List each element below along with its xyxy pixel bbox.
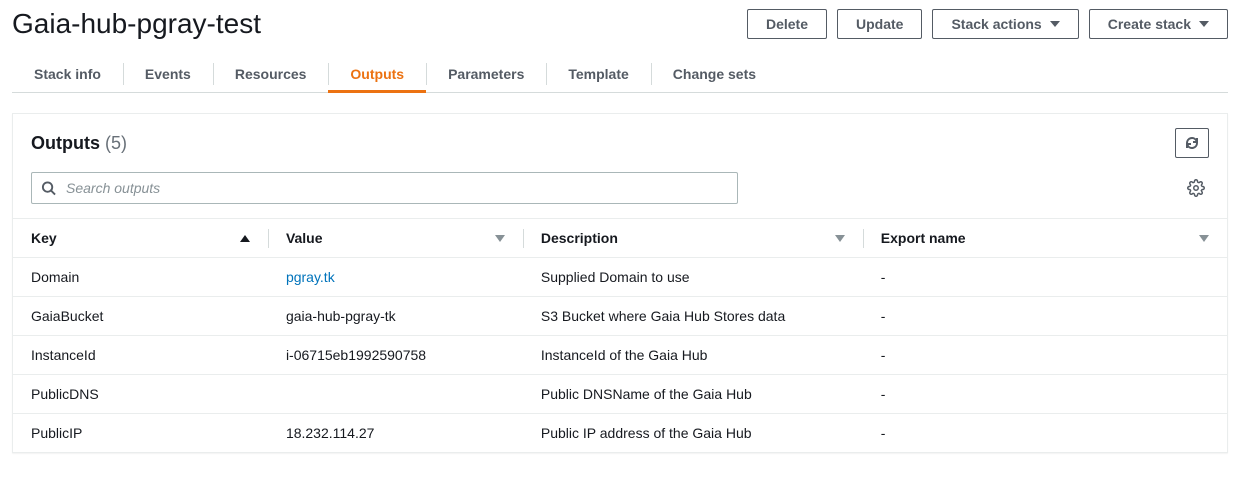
search-box	[31, 172, 738, 204]
outputs-table: Key Value Description	[13, 218, 1227, 452]
chevron-down-icon	[1199, 21, 1209, 27]
col-header-key-label: Key	[31, 230, 57, 246]
table-row: PublicIP18.232.114.27Public IP address o…	[13, 414, 1227, 453]
sort-asc-icon	[240, 235, 250, 242]
update-button[interactable]: Update	[837, 9, 922, 39]
cell-export-name: -	[863, 258, 1227, 297]
tab-outputs[interactable]: Outputs	[328, 56, 426, 92]
table-row: GaiaBucketgaia-hub-pgray-tkS3 Bucket whe…	[13, 297, 1227, 336]
tab-template[interactable]: Template	[546, 56, 650, 92]
cell-export-name: -	[863, 336, 1227, 375]
gear-icon	[1187, 179, 1205, 197]
col-header-export-name[interactable]: Export name	[863, 219, 1227, 258]
cell-value: gaia-hub-pgray-tk	[268, 297, 523, 336]
tab-stack-info[interactable]: Stack info	[12, 56, 123, 92]
action-button-group: Delete Update Stack actions Create stack	[747, 9, 1228, 39]
stack-actions-button[interactable]: Stack actions	[932, 9, 1078, 39]
refresh-button[interactable]	[1175, 128, 1209, 158]
search-input[interactable]	[31, 172, 738, 204]
outputs-panel: Outputs (5)	[12, 113, 1228, 453]
table-row: PublicDNS Public DNSName of the Gaia Hub-	[13, 375, 1227, 414]
filter-icon	[1199, 235, 1209, 242]
cell-description: Public IP address of the Gaia Hub	[523, 414, 863, 453]
delete-button[interactable]: Delete	[747, 9, 827, 39]
cell-export-name: -	[863, 297, 1227, 336]
cell-value: pgray.tk	[268, 258, 523, 297]
col-header-description-label: Description	[541, 230, 618, 246]
cell-key: GaiaBucket	[13, 297, 268, 336]
create-stack-button[interactable]: Create stack	[1089, 9, 1228, 39]
tab-events[interactable]: Events	[123, 56, 213, 92]
cell-key: InstanceId	[13, 336, 268, 375]
cell-key: PublicDNS	[13, 375, 268, 414]
filter-icon	[835, 235, 845, 242]
table-row: InstanceIdi-06715eb1992590758InstanceId …	[13, 336, 1227, 375]
tab-resources[interactable]: Resources	[213, 56, 329, 92]
page-title: Gaia-hub-pgray-test	[12, 8, 261, 40]
create-stack-label: Create stack	[1108, 16, 1191, 32]
cell-value: 18.232.114.27	[268, 414, 523, 453]
cell-value	[268, 375, 523, 414]
col-header-value-label: Value	[286, 230, 323, 246]
cell-description: S3 Bucket where Gaia Hub Stores data	[523, 297, 863, 336]
col-header-value[interactable]: Value	[268, 219, 523, 258]
filter-icon	[495, 235, 505, 242]
table-row: Domain pgray.tk Supplied Domain to use-	[13, 258, 1227, 297]
cell-description: Public DNSName of the Gaia Hub	[523, 375, 863, 414]
chevron-down-icon	[1050, 21, 1060, 27]
stack-actions-label: Stack actions	[951, 16, 1041, 32]
tab-parameters[interactable]: Parameters	[426, 56, 546, 92]
cell-export-name: -	[863, 414, 1227, 453]
cell-key: PublicIP	[13, 414, 268, 453]
cell-export-name: -	[863, 375, 1227, 414]
value-link[interactable]: pgray.tk	[286, 269, 335, 285]
col-header-key[interactable]: Key	[13, 219, 268, 258]
tabs: Stack infoEventsResourcesOutputsParamete…	[12, 56, 1228, 93]
search-icon	[41, 181, 56, 196]
cell-key: Domain	[13, 258, 268, 297]
settings-button[interactable]	[1183, 175, 1209, 201]
col-header-export-name-label: Export name	[881, 230, 966, 246]
cell-value: i-06715eb1992590758	[268, 336, 523, 375]
cell-description: InstanceId of the Gaia Hub	[523, 336, 863, 375]
panel-title: Outputs (5)	[31, 133, 127, 154]
panel-count: (5)	[105, 133, 127, 153]
col-header-description[interactable]: Description	[523, 219, 863, 258]
cell-description: Supplied Domain to use	[523, 258, 863, 297]
tab-change-sets[interactable]: Change sets	[651, 56, 778, 92]
refresh-icon	[1184, 135, 1200, 151]
panel-title-text: Outputs	[31, 133, 100, 153]
